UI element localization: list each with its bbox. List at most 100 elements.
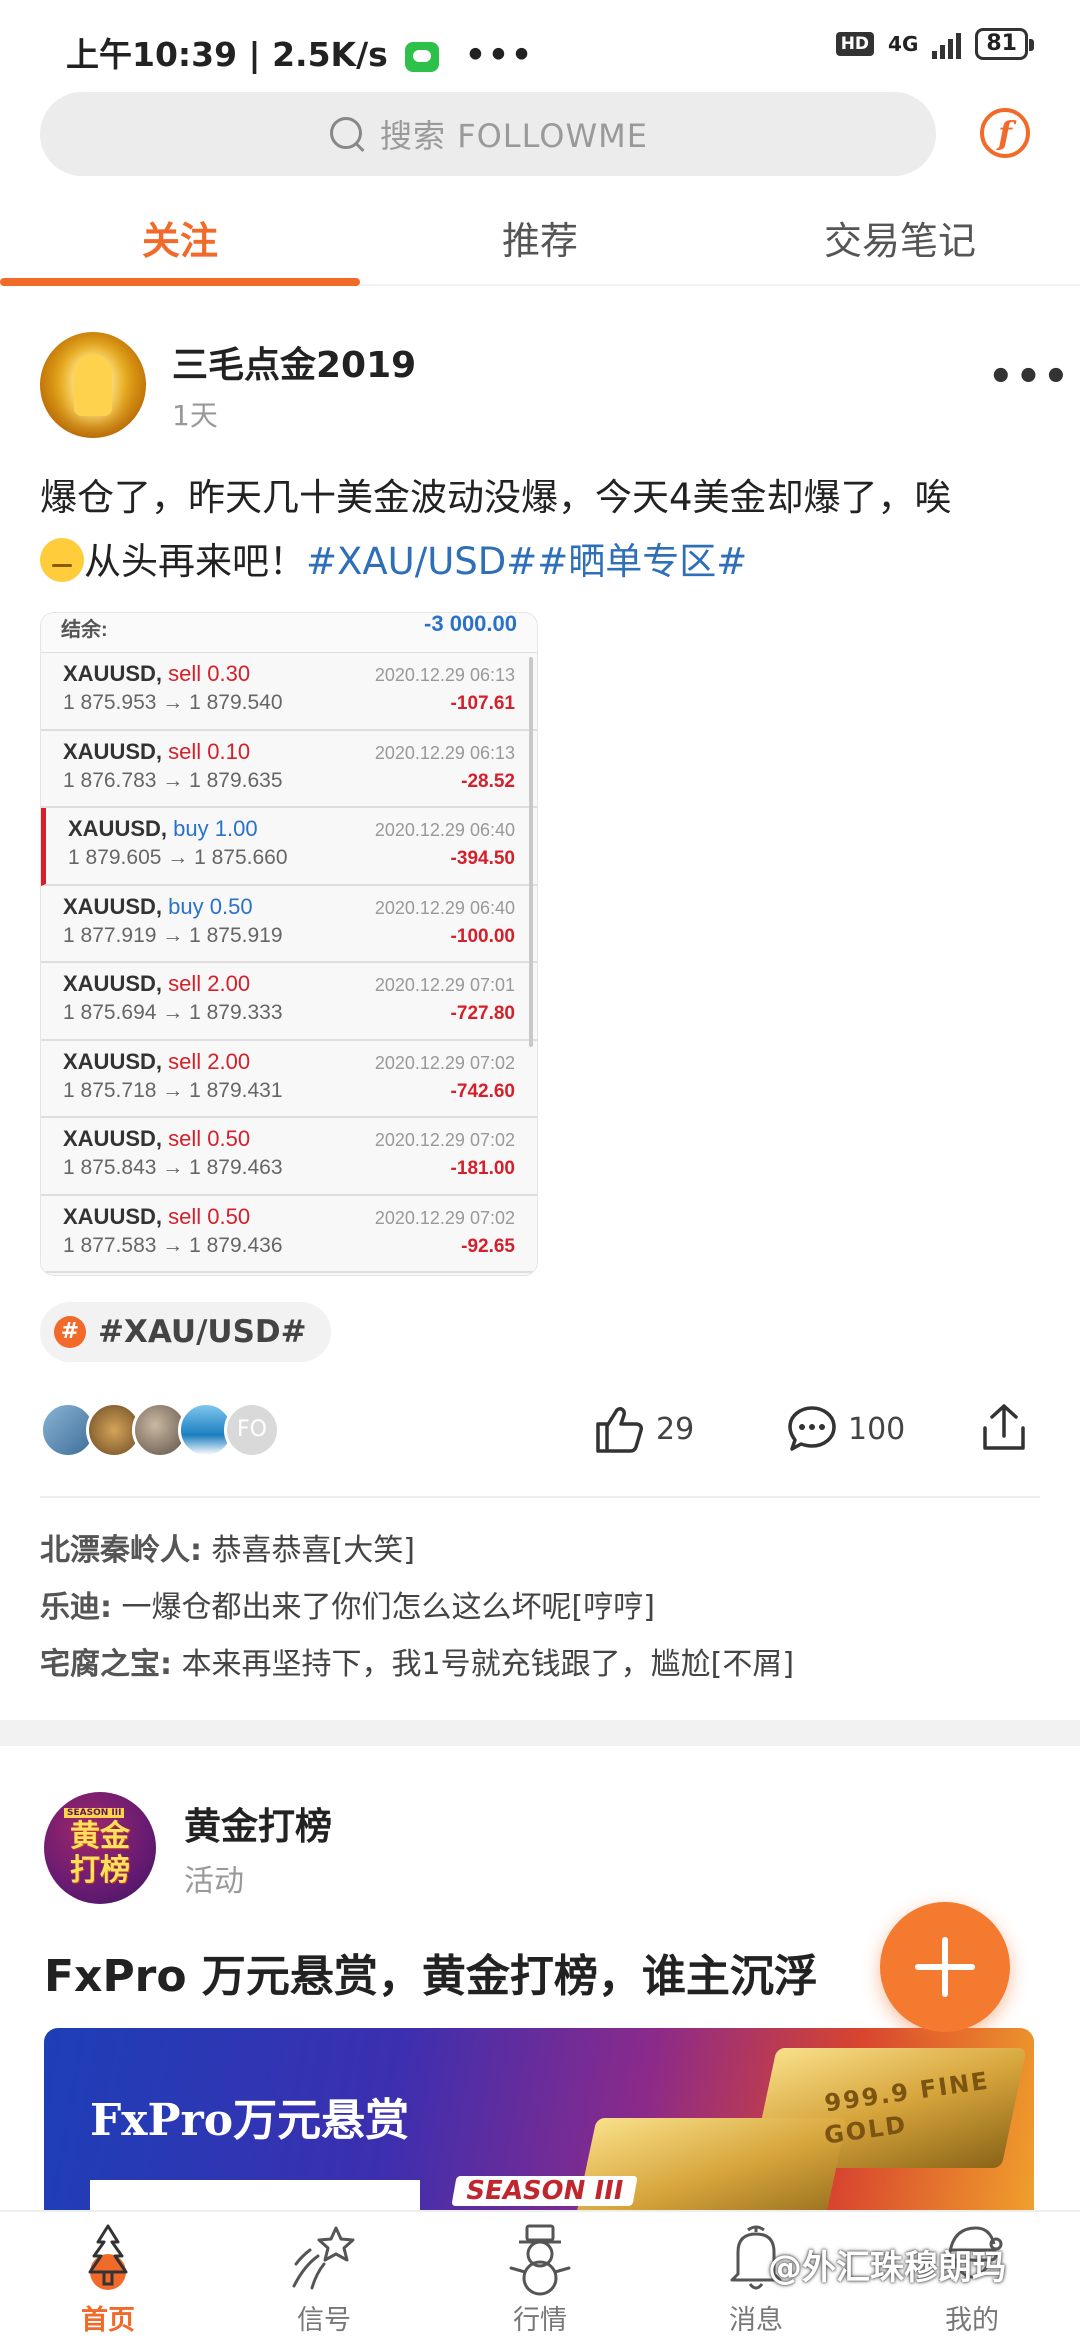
hd-icon: HD	[835, 32, 875, 56]
trade-side-text: sell	[168, 661, 202, 686]
trade-row: XAUUSD, buy 1.00 1 879.605 → 1 875.660 202…	[41, 808, 537, 886]
tab-following[interactable]: 关注	[0, 196, 360, 286]
trade-lots: 0.30	[207, 661, 251, 686]
hash-icon: #	[54, 1316, 86, 1348]
trade-rows: XAUUSD, sell 0.30 1 875.953 → 1 879.540 20…	[41, 653, 537, 1273]
trade-profit-loss: -727.80	[450, 1003, 515, 1024]
post-text[interactable]: 爆仓了，昨天几十美金波动没爆，今天4美金却爆了，唉 从头再来吧！#XAU/USD…	[40, 466, 1040, 594]
trade-profit-loss: -742.60	[450, 1080, 515, 1102]
trade-date: 2020.12.29 06:13	[374, 742, 515, 763]
comment-count: 100	[848, 1412, 906, 1447]
event-title[interactable]: 黄金打榜	[184, 1796, 332, 1850]
nav-quotes[interactable]: 行情	[432, 2212, 648, 2340]
trade-date: 2020.12.29 07:02	[374, 1207, 515, 1228]
post-text-line1: 爆仓了，昨天几十美金波动没爆，今天4美金却爆了，唉	[40, 476, 952, 519]
trade-date: 2020.12.29 07:01	[374, 975, 515, 995]
post-author-name[interactable]: 三毛点金2019	[172, 336, 416, 388]
trade-symbol: XAUUSD, sell 0.30	[63, 661, 250, 687]
status-time: 上午10:39 | 2.5K/s •••	[66, 28, 534, 76]
trade-prices: 1 877.583 → 1 879.436	[63, 1233, 283, 1257]
comment-text: 一爆仓都出来了你们怎么这么坏呢[哼哼]	[112, 1590, 655, 1625]
trade-symbol: XAUUSD, sell 0.50	[63, 1126, 250, 1152]
trade-symbol-text: XAUUSD,	[63, 971, 163, 996]
network-label: 4G	[888, 32, 919, 56]
nav-home[interactable]: 首页	[0, 2212, 216, 2340]
post-hashtags[interactable]: #XAU/USD##晒单专区#	[306, 540, 747, 583]
trade-symbol: XAUUSD, sell 2.00	[63, 1049, 250, 1075]
comment-text: 恭喜恭喜[大笑]	[202, 1533, 415, 1568]
trade-prices: 1 876.783 → 1 879.635	[63, 768, 283, 792]
tab-recommended[interactable]: 推荐	[360, 196, 720, 284]
more-options-icon[interactable]: •••	[988, 354, 1071, 400]
search-icon	[328, 115, 366, 153]
trade-side: sell 0.10	[168, 739, 250, 764]
comment-icon[interactable]	[786, 1404, 838, 1454]
signal-icon	[932, 29, 962, 59]
trade-symbol: XAUUSD, sell 2.00	[63, 971, 250, 997]
event-avatar-season: SEASON III	[64, 1808, 125, 1818]
trade-row: XAUUSD, sell 2.00 1 875.694 → 1 879.333 20…	[41, 963, 537, 1041]
tab-trade-notes[interactable]: 交易笔记	[720, 196, 1080, 284]
trade-profit-loss: -107.61	[450, 693, 515, 714]
nav-label: 信号	[297, 2305, 351, 2336]
trade-side: sell 0.50	[168, 1204, 250, 1229]
trade-symbol-text: XAUUSD,	[63, 738, 163, 764]
nav-signals[interactable]: 信号	[216, 2212, 432, 2340]
balance-label: 结余:	[61, 619, 108, 641]
trade-side: sell 0.50	[168, 1126, 250, 1151]
trade-history-image[interactable]: 结余: -3 000.00 XAUUSD, sell 0.30 1 875.953…	[40, 612, 538, 1276]
trade-date: 2020.12.29 06:40	[374, 820, 515, 840]
comment-author: 乐迪:	[40, 1590, 112, 1625]
trade-side-text: sell	[168, 1126, 202, 1151]
trade-symbol-text: XAUUSD,	[63, 1126, 163, 1151]
trade-side-text: buy	[168, 893, 204, 919]
trade-row: XAUUSD, sell 0.30 1 875.953 → 1 879.540 20…	[41, 653, 537, 731]
trade-lots: 2.00	[207, 1048, 251, 1074]
trade-side-text: sell	[168, 1203, 202, 1229]
trade-side-text: buy	[173, 816, 209, 841]
nav-label: 行情	[513, 2305, 567, 2336]
trade-side: buy 1.00	[173, 816, 257, 841]
battery-level: 81	[986, 31, 1017, 56]
followme-logo-icon[interactable]: f	[980, 108, 1030, 158]
nav-label: 我的	[945, 2305, 999, 2336]
post-author-avatar[interactable]	[40, 332, 146, 438]
post-time: 1天	[172, 399, 218, 432]
trade-row: XAUUSD, sell 0.50 1 875.843 → 1 879.463 20…	[41, 1118, 537, 1196]
trade-row: XAUUSD, buy 0.50 1 877.919 → 1 875.919 202…	[41, 885, 537, 963]
trade-row: XAUUSD, sell 2.00 1 875.718 → 1 879.431 20…	[41, 1040, 537, 1118]
status-more-icon: •••	[464, 35, 535, 74]
topic-label: #XAU/USD#	[98, 1314, 307, 1350]
thumbs-up-icon[interactable]	[594, 1404, 646, 1454]
trade-symbol: XAUUSD, sell 0.10	[63, 739, 250, 765]
section-separator	[0, 1720, 1080, 1746]
trade-symbol: XAUUSD, buy 1.00	[68, 816, 258, 842]
comment-preview-list[interactable]: 北漂秦岭人: 恭喜恭喜[大笑] 乐迪: 一爆仓都出来了你们怎么这么坏呢[哼哼] …	[40, 1522, 1040, 1693]
search-bar[interactable]: 搜索 FOLLOWME	[40, 92, 936, 176]
trade-side-text: sell	[168, 1048, 202, 1074]
status-bar: 上午10:39 | 2.5K/s ••• HD 4G 81	[0, 0, 1080, 90]
comment-item[interactable]: 宅腐之宝: 本来再坚持下，我1号就充钱跟了，尴尬[不屑]	[40, 1636, 1040, 1693]
event-subtitle: 活动	[184, 1864, 244, 1899]
nav-label: 消息	[729, 2305, 783, 2336]
trade-date: 2020.12.29 06:13	[374, 665, 515, 685]
trade-side: sell 0.30	[168, 661, 250, 686]
trade-profit-loss: -28.52	[461, 770, 515, 792]
trade-prices: 1 875.694 → 1 879.333	[63, 1001, 283, 1024]
share-icon[interactable]	[980, 1402, 1028, 1452]
topic-chip[interactable]: # #XAU/USD#	[40, 1302, 331, 1362]
trade-symbol-text: XAUUSD,	[63, 1203, 163, 1229]
search-placeholder: 搜索 FOLLOWME	[380, 117, 648, 155]
trade-lots: 0.50	[207, 1126, 251, 1151]
create-post-button[interactable]	[880, 1902, 1010, 2032]
trade-symbol-text: XAUUSD,	[63, 1048, 163, 1074]
event-headline[interactable]: FxPro 万元悬赏，黄金打榜，谁主沉浮	[44, 1940, 818, 2004]
trade-side: buy 0.50	[168, 894, 252, 919]
trade-symbol-text: XAUUSD,	[63, 893, 163, 919]
trade-prices: 1 879.605 → 1 875.660	[68, 846, 288, 869]
comment-item[interactable]: 乐迪: 一爆仓都出来了你们怎么这么坏呢[哼哼]	[40, 1579, 1040, 1636]
sad-face-emoji-icon	[40, 538, 84, 582]
event-avatar[interactable]: SEASON III 黄金打榜	[44, 1792, 156, 1904]
comment-item[interactable]: 北漂秦岭人: 恭喜恭喜[大笑]	[40, 1522, 1040, 1579]
event-banner[interactable]: 999.9 FINE GOLD FxPro万元悬赏 SEASON III	[44, 2028, 1034, 2218]
